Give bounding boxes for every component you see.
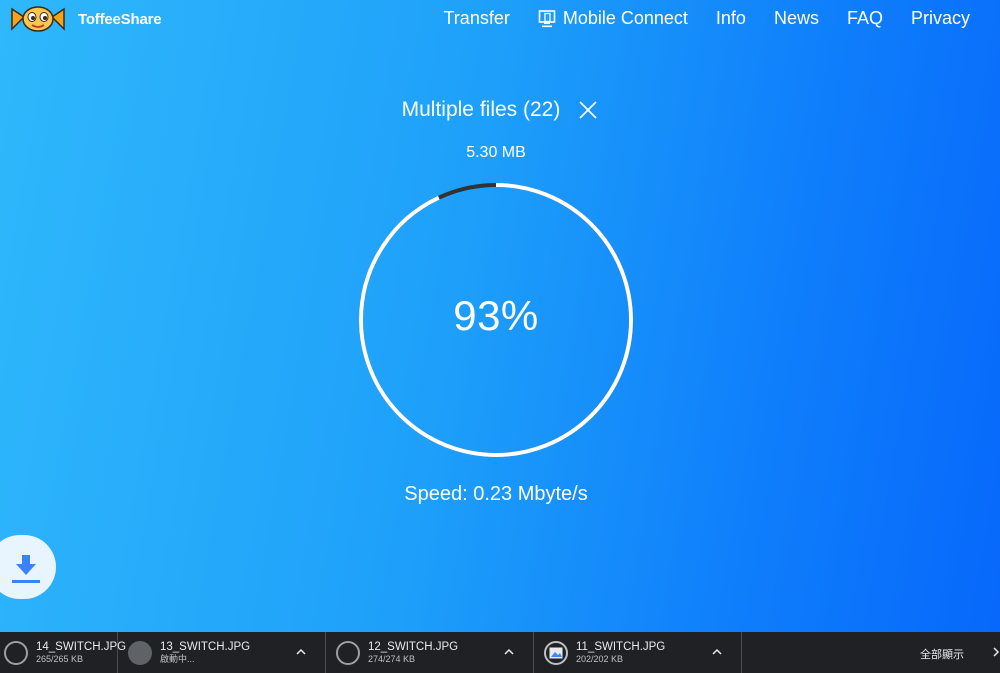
file-pending-icon: [128, 640, 152, 665]
brand[interactable]: ToffeeShare: [10, 3, 162, 35]
app-window: ToffeeShare Transfer Mobile Connect Info…: [0, 0, 1000, 632]
download-item[interactable]: 11_SWITCH.JPG 202/202 KB: [534, 632, 742, 673]
download-status: 202/202 KB: [576, 653, 624, 664]
nav-faq[interactable]: FAQ: [847, 8, 883, 29]
nav-privacy[interactable]: Privacy: [911, 8, 970, 29]
download-filename: 13_SWITCH.JPG: [160, 640, 251, 653]
file-done-icon: [336, 640, 360, 665]
nav-news-label: News: [773, 8, 819, 28]
image-file-icon: [544, 640, 568, 665]
file-done-icon: [4, 640, 28, 665]
nav-privacy-label: Privacy: [910, 8, 970, 28]
nav-info-label: Info: [715, 8, 746, 28]
nav-news[interactable]: News: [774, 8, 819, 29]
nav-info[interactable]: Info: [716, 8, 746, 29]
chevron-up-icon[interactable]: [711, 646, 723, 658]
download-shelf: 14_SWITCH.JPG 265/265 KB 13_SWITCH.JPG 啟…: [0, 632, 1000, 673]
download-filename: 14_SWITCH.JPG: [36, 640, 127, 653]
nav-mobile-connect-label: Mobile Connect: [562, 8, 688, 28]
monitor-phone-icon: [538, 9, 556, 27]
download-status: 274/274 KB: [368, 653, 416, 664]
download-filename: 11_SWITCH.JPG: [576, 640, 666, 653]
download-item[interactable]: 12_SWITCH.JPG 274/274 KB: [326, 632, 534, 673]
candy-logo-icon: [11, 6, 65, 32]
chevron-up-icon[interactable]: [295, 646, 307, 658]
download-item[interactable]: 13_SWITCH.JPG 啟動中...: [118, 632, 326, 673]
download-filename: 12_SWITCH.JPG: [368, 640, 459, 653]
download-status: 265/265 KB: [36, 653, 84, 664]
progress-percent: 93%: [453, 292, 539, 339]
chevron-up-icon[interactable]: [503, 646, 515, 658]
download-item[interactable]: 14_SWITCH.JPG 265/265 KB: [0, 632, 126, 673]
download-icon: [12, 555, 40, 583]
transfer-title: Multiple files (22): [401, 98, 561, 121]
file-size: 5.30 MB: [466, 144, 526, 161]
show-all-button[interactable]: 全部顯示: [920, 646, 964, 662]
brand-name: ToffeeShare: [78, 10, 162, 28]
nav-faq-label: FAQ: [846, 8, 883, 28]
chevron-right-icon[interactable]: [992, 646, 1000, 658]
transfer-speed: Speed: 0.23 Mbyte/s: [404, 483, 588, 505]
download-status: 啟動中...: [160, 653, 195, 664]
nav-mobile-connect[interactable]: Mobile Connect: [538, 8, 688, 29]
nav-transfer[interactable]: Transfer: [443, 8, 509, 29]
nav-transfer-label: Transfer: [443, 8, 510, 28]
download-button[interactable]: [0, 535, 56, 599]
main-nav: Transfer Mobile Connect Info News FAQ Pr…: [415, 8, 970, 29]
transfer-header: Multiple files (22): [0, 98, 1000, 122]
close-icon[interactable]: [578, 100, 598, 120]
